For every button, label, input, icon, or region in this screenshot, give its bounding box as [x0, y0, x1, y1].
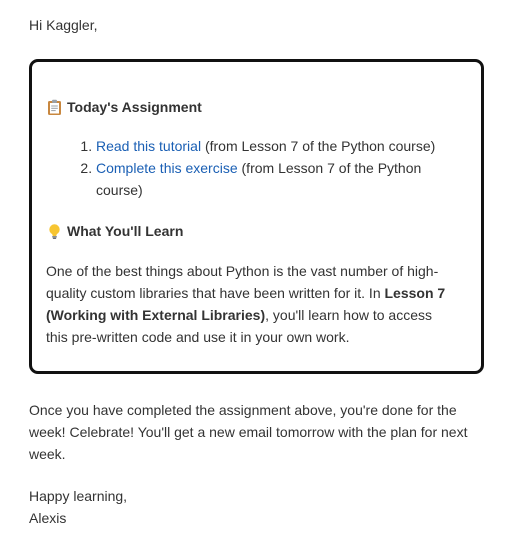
greeting-text: Hi Kaggler,	[29, 17, 98, 33]
signoff-line: Happy learning,	[29, 488, 128, 504]
assignment-card: Today's Assignment Read this tutorial (f…	[29, 59, 484, 374]
signoff: Happy learning, Alexis	[29, 485, 127, 529]
assignment-heading: Today's Assignment	[46, 96, 202, 118]
learn-paragraph: One of the best things about Python is t…	[46, 260, 456, 348]
learn-heading-label: What You'll Learn	[67, 223, 184, 239]
lightbulb-icon	[46, 223, 63, 240]
signature-name: Alexis	[29, 510, 67, 526]
clipboard-icon	[46, 99, 63, 116]
list-item: Read this tutorial (from Lesson 7 of the…	[96, 135, 461, 157]
list-item-note: (from Lesson 7 of the Python course)	[201, 138, 436, 154]
assignment-list: Read this tutorial (from Lesson 7 of the…	[46, 135, 461, 201]
learn-heading: What You'll Learn	[46, 220, 183, 242]
learn-text-part1: One of the best things about Python is t…	[46, 263, 439, 301]
complete-exercise-link[interactable]: Complete this exercise	[96, 160, 238, 176]
assignment-heading-label: Today's Assignment	[67, 99, 202, 115]
outro-paragraph: Once you have completed the assignment a…	[29, 402, 468, 462]
read-tutorial-link[interactable]: Read this tutorial	[96, 138, 201, 154]
list-item: Complete this exercise (from Lesson 7 of…	[96, 157, 461, 201]
